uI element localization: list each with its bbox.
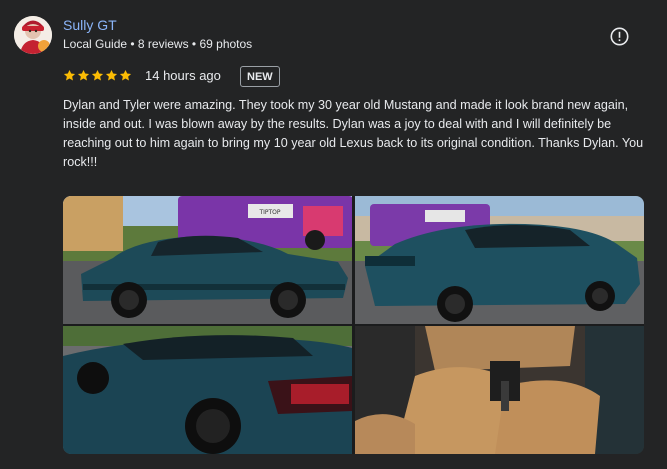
review-text: Dylan and Tyler were amazing. They took … [63,98,644,169]
review-photo[interactable] [355,326,644,454]
star-icon [77,69,90,81]
star-rating [63,69,132,82]
star-icon [91,69,104,81]
new-badge: NEW [240,66,280,87]
review-time: 14 hours ago [145,68,221,83]
review-photo[interactable] [63,326,352,454]
review-photo[interactable] [355,196,644,324]
reviewer-stats: Local Guide • 8 reviews • 69 photos [63,37,253,51]
review-photo[interactable]: TIPTOP [63,196,352,324]
star-icon [63,69,76,81]
photo-grid: TIPTOP [63,196,644,454]
info-circle-icon[interactable] [610,27,629,46]
reviewer-avatar[interactable] [14,16,52,54]
reviewer-name[interactable]: Sully GT [63,17,117,33]
star-icon [105,69,118,81]
van-sign-text: TIPTOP [258,209,280,216]
star-icon [119,69,132,81]
